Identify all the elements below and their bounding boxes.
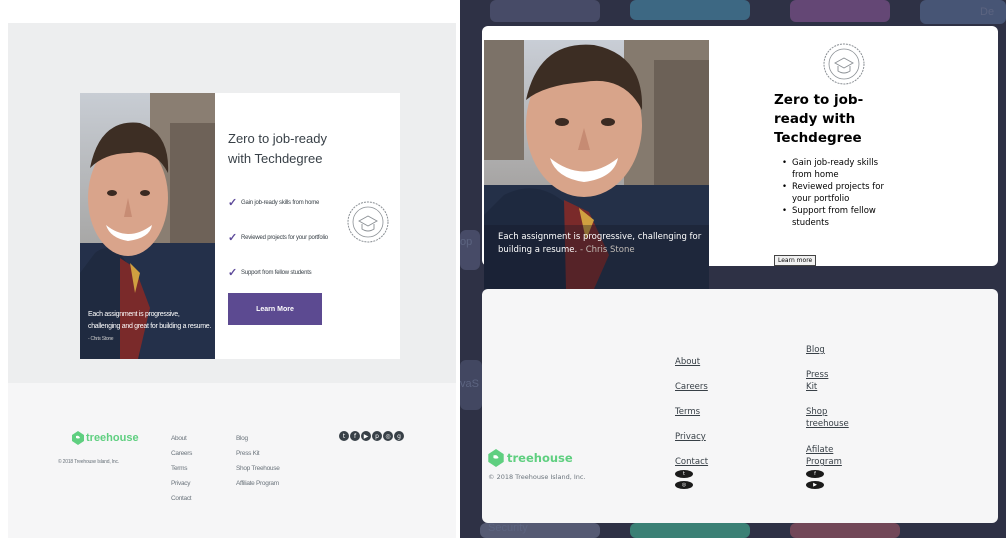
logo-text: treehouse: [507, 451, 573, 465]
techdegree-card-unstyled: Each assignment is progressive, challeng…: [482, 26, 998, 289]
footer-link-careers[interactable]: Careers: [171, 446, 192, 461]
copyright-text: © 2018 Treehouse Island, Inc.: [58, 459, 119, 465]
treehouse-logo[interactable]: treehouse: [72, 431, 139, 445]
footer-link-about[interactable]: About: [171, 431, 192, 446]
facebook-icon[interactable]: f: [806, 470, 824, 478]
quote-text: Each assignment is progressive, challeng…: [88, 311, 211, 330]
quote-author: - Chris Stone: [579, 245, 635, 255]
footer-link-privacy[interactable]: Privacy: [171, 476, 192, 491]
testimonial-quote: Each assignment is progressive, challeng…: [498, 231, 708, 257]
benefit-item: Reviewed projects for your portfolio: [782, 181, 892, 205]
footer-link-terms[interactable]: Terms: [171, 461, 192, 476]
benefit-text: Reviewed projects for your portfolio: [241, 234, 328, 241]
twitter-icon[interactable]: t: [675, 470, 693, 478]
comparison-screenshot: Each assignment is progressive, challeng…: [0, 0, 1006, 538]
benefit-item: Gain job-ready skills from home: [782, 157, 892, 181]
site-footer: treehouse © 2018 Treehouse Island, Inc. …: [8, 383, 456, 538]
background-tile: [630, 523, 750, 538]
check-icon: ✓: [228, 232, 238, 244]
learn-more-button[interactable]: Learn More: [228, 293, 322, 325]
footer-link-contact[interactable]: Contact: [675, 456, 708, 468]
footer-link-contact[interactable]: Contact: [171, 491, 192, 506]
benefit-item: Support from fellow students: [782, 205, 892, 229]
techdegree-seal-icon: [346, 177, 390, 267]
background-tile: [790, 0, 890, 22]
check-icon: ✓: [228, 197, 238, 209]
right-panel: De op vaS Security Each assignment is pr…: [460, 0, 1006, 538]
benefit-list: Gain job-ready skills from home Reviewed…: [782, 157, 892, 229]
card-title: Zero to job-ready with Techdegree: [774, 92, 864, 146]
link-line[interactable]: treehouse: [806, 418, 849, 430]
treehouse-leaf-icon: [488, 449, 504, 467]
left-panel: Each assignment is progressive, challeng…: [0, 0, 460, 538]
background-text: De: [980, 6, 995, 18]
footer-link-terms[interactable]: Terms: [675, 406, 700, 418]
techdegree-card: Each assignment is progressive, challeng…: [80, 93, 400, 359]
techdegree-seal-icon: [822, 42, 866, 86]
footer-links-col-1: About Careers Terms Privacy Contact: [171, 431, 192, 506]
benefit-text: Gain job-ready skills from home: [241, 199, 320, 206]
treehouse-logo[interactable]: treehouse: [488, 449, 573, 467]
treehouse-leaf-icon: [72, 431, 84, 445]
google-plus-icon[interactable]: g: [394, 431, 404, 441]
background-text: op: [460, 236, 473, 248]
benefit-text: Support from fellow students: [241, 269, 312, 276]
background-tile: [490, 0, 600, 22]
footer-link-affiliate[interactable]: Affiliate Program: [236, 476, 280, 491]
copyright-text: © 2018 Treehouse Island, Inc.: [488, 473, 586, 481]
footer-link-blog[interactable]: Blog: [806, 344, 825, 356]
hero-section: Each assignment is progressive, challeng…: [8, 23, 456, 383]
check-icon: ✓: [228, 267, 238, 279]
twitter-icon[interactable]: t: [339, 431, 349, 441]
site-footer-unstyled: treehouse © 2018 Treehouse Island, Inc. …: [482, 289, 998, 523]
logo-text: treehouse: [86, 432, 139, 444]
background-tile: [790, 523, 900, 538]
footer-links-col-2: Blog Press Kit Shop Treehouse Affiliate …: [236, 431, 280, 491]
footer-link-about[interactable]: About: [675, 356, 700, 368]
link-line[interactable]: Press: [806, 369, 828, 381]
instagram-icon[interactable]: ◎: [675, 481, 693, 489]
facebook-icon[interactable]: f: [350, 431, 360, 441]
instagram-icon[interactable]: ◎: [383, 431, 393, 441]
quote-author: - Chris Stone: [88, 336, 114, 342]
testimonial-quote: Each assignment is progressive, challeng…: [88, 309, 212, 345]
link-line[interactable]: Shop: [806, 406, 849, 418]
footer-link-press-kit[interactable]: Press Kit: [806, 369, 828, 393]
social-links: t f ▶ p ◎ g: [339, 431, 404, 441]
card-title: Zero to job-ready with Techdegree: [228, 131, 327, 166]
background-text: Security: [488, 522, 528, 534]
youtube-icon[interactable]: ▶: [806, 481, 824, 489]
footer-link-careers[interactable]: Careers: [675, 381, 708, 393]
footer-link-blog[interactable]: Blog: [236, 431, 280, 446]
background-text: vaS: [460, 378, 479, 390]
link-line[interactable]: Afilate: [806, 444, 842, 456]
link-line[interactable]: Kit: [806, 381, 828, 393]
background-tile: [630, 0, 750, 20]
footer-link-shop[interactable]: Shop treehouse: [806, 406, 849, 430]
learn-more-button[interactable]: Learn more: [774, 255, 817, 266]
link-line[interactable]: Program: [806, 456, 842, 468]
footer-link-press-kit[interactable]: Press Kit: [236, 446, 280, 461]
footer-link-shop[interactable]: Shop Treehouse: [236, 461, 280, 476]
pinterest-icon[interactable]: p: [372, 431, 382, 441]
footer-link-privacy[interactable]: Privacy: [675, 431, 706, 443]
youtube-icon[interactable]: ▶: [361, 431, 371, 441]
footer-link-affiliate[interactable]: Afilate Program: [806, 444, 842, 468]
